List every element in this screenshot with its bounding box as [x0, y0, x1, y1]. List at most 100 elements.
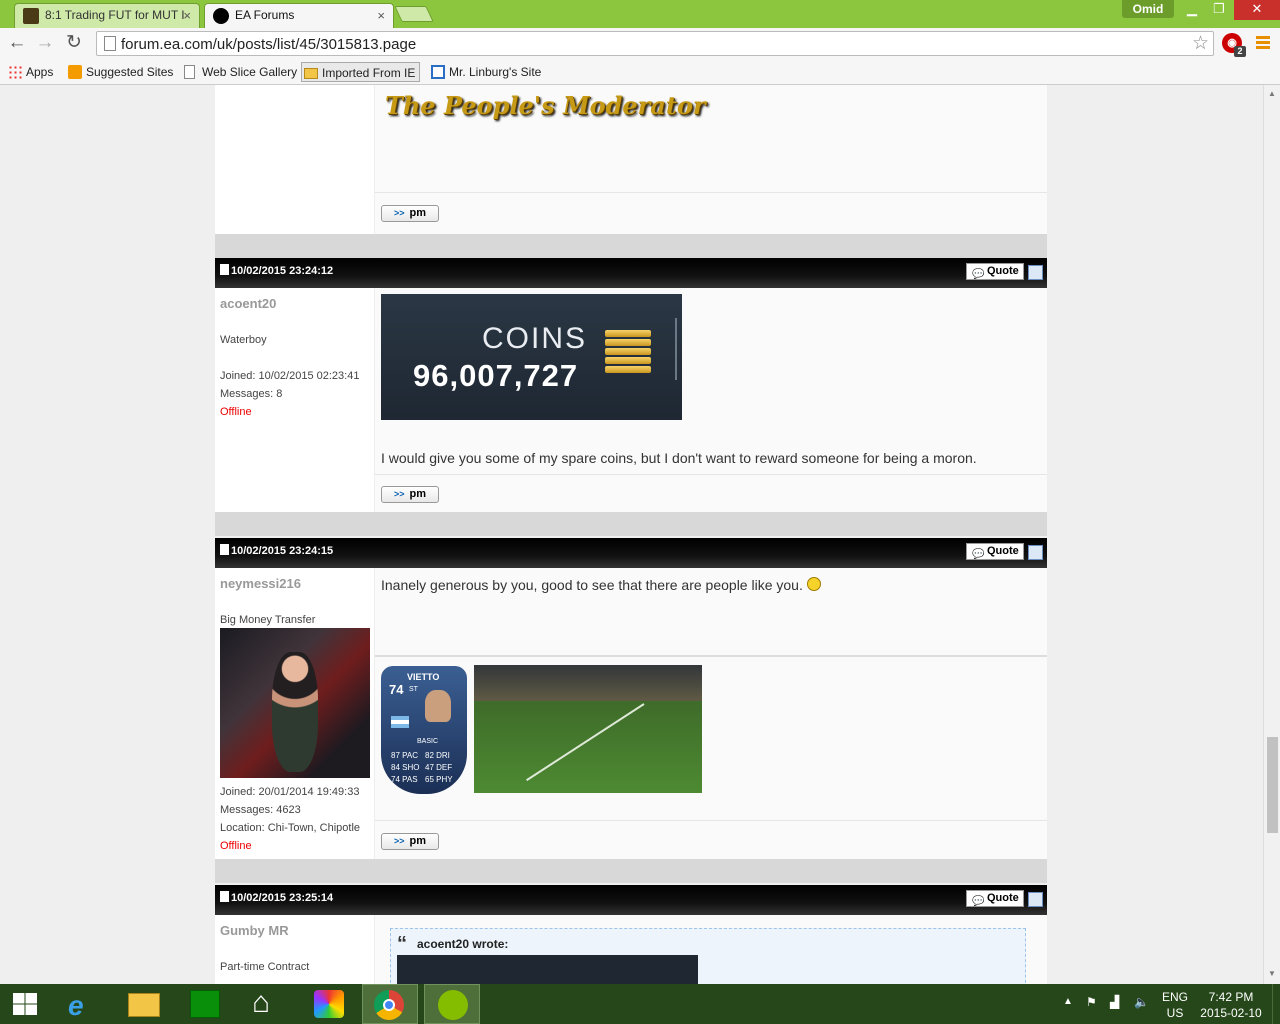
post-date: 10/02/2015 23:25:14	[231, 892, 334, 904]
profile-button[interactable]: Omid	[1122, 0, 1174, 18]
tab-label: EA Forums	[235, 8, 295, 22]
quote-button[interactable]: 💬 Quote	[966, 263, 1024, 280]
post-date: 10/02/2015 23:24:15	[231, 545, 334, 557]
pm-button[interactable]: >> pm	[381, 205, 439, 222]
bookmark-label: Imported From IE	[322, 66, 416, 80]
bookmark-label: Web Slice Gallery	[202, 65, 298, 79]
signature-separator	[375, 655, 1047, 657]
site-icon	[431, 65, 445, 79]
user-location: Location: Chi-Town, Chipotle	[220, 822, 361, 834]
status-badge: Offline	[220, 840, 252, 852]
separator	[375, 820, 1047, 821]
bookmark-star-icon[interactable]: ☆	[1192, 32, 1209, 55]
card-position: ST	[409, 686, 418, 693]
reload-icon[interactable]: ↻	[63, 32, 85, 54]
show-desktop-button[interactable]	[1272, 984, 1280, 1024]
close-window-icon[interactable]: ✕	[1234, 0, 1280, 20]
card-stat: 47 DEF	[425, 763, 453, 772]
extension-icon[interactable]: ◉ 2	[1222, 33, 1246, 57]
joined-date: Joined: 20/01/2014 19:49:33	[220, 786, 360, 798]
user-rank: Big Money Transfer	[220, 614, 316, 626]
close-tab-icon[interactable]: ×	[377, 8, 385, 23]
menu-icon[interactable]	[1256, 36, 1270, 50]
windows-logo-icon	[13, 993, 37, 1015]
maximize-icon[interactable]: ❐	[1206, 0, 1232, 20]
coin-stack-icon	[605, 330, 651, 374]
bookmark-mr-linburg[interactable]: Mr. Linburg's Site	[429, 62, 541, 82]
close-tab-icon[interactable]: ×	[183, 8, 191, 23]
minimize-icon[interactable]: ▁	[1178, 0, 1206, 20]
file-explorer-button[interactable]	[116, 984, 172, 1024]
post-gap	[215, 512, 1047, 536]
bookmark-imported-from-ie[interactable]: Imported From IE	[301, 62, 421, 82]
signature-text: The People's Moderator	[385, 91, 706, 120]
card-stat: 74 PAS	[391, 775, 418, 784]
quoted-image	[397, 955, 698, 984]
card-rating: 74	[389, 682, 404, 697]
player-face	[425, 690, 451, 722]
bookmark-label: Apps	[26, 65, 54, 79]
bookmark-suggested-sites[interactable]: Suggested Sites	[66, 62, 173, 82]
post-message: I would give you some of my spare coins,…	[381, 450, 977, 466]
page-scrollbar[interactable]: ▲ ▼	[1263, 85, 1280, 984]
chrome-button[interactable]	[362, 984, 418, 1024]
quote-button[interactable]: 💬 Quote	[966, 890, 1024, 907]
green-app-button[interactable]	[178, 984, 234, 1024]
quote-label: Quote	[987, 545, 1019, 557]
post-icon	[220, 544, 229, 555]
post-body: “ acoent20 wrote:	[375, 915, 1047, 984]
extension-badge: 2	[1234, 46, 1246, 57]
picasa-button[interactable]	[302, 984, 358, 1024]
action-center-icon[interactable]: ⚑	[1086, 995, 1097, 1009]
quote-button[interactable]: 💬 Quote	[966, 543, 1024, 560]
username[interactable]: neymessi216	[220, 576, 301, 591]
pm-button[interactable]: >> pm	[381, 486, 439, 503]
back-icon[interactable]: ←	[6, 32, 28, 54]
clock[interactable]: 7:42 PM 2015-02-10	[1196, 989, 1266, 1021]
network-icon[interactable]: ▟	[1110, 995, 1119, 1009]
top-of-page-icon[interactable]	[1028, 265, 1043, 280]
coins-image: COINS 96,007,727	[381, 294, 682, 420]
scroll-up-icon[interactable]: ▲	[1268, 89, 1276, 98]
pm-button[interactable]: >> pm	[381, 833, 439, 850]
forward-icon[interactable]: →	[34, 32, 56, 54]
post-author-panel: acoent20 Waterboy Joined: 10/02/2015 02:…	[215, 288, 375, 512]
bookmark-apps[interactable]: Apps	[6, 62, 53, 82]
scroll-down-icon[interactable]: ▼	[1268, 969, 1276, 978]
spotify-button[interactable]	[424, 984, 480, 1024]
address-bar[interactable]: forum.ea.com/uk/posts/list/45/3015813.pa…	[96, 31, 1214, 56]
clock-time: 7:42 PM	[1208, 990, 1254, 1004]
ea-favicon-icon	[213, 8, 229, 24]
home-app-button[interactable]: ⌂	[240, 984, 296, 1024]
bookmark-web-slice-gallery[interactable]: Web Slice Gallery	[182, 62, 297, 82]
tray-overflow-icon[interactable]: ▲	[1063, 996, 1073, 1007]
message-count: Messages: 8	[220, 388, 283, 400]
start-button[interactable]	[0, 984, 50, 1024]
card-name: VIETTO	[407, 672, 440, 682]
site-favicon-icon	[23, 8, 39, 24]
username[interactable]: Gumby MR	[220, 923, 289, 938]
scrollbar-thumb[interactable]	[1267, 737, 1278, 833]
post-author-panel: neymessi216 Big Money Transfer Joined: 2…	[215, 568, 375, 859]
post-body: ​ The People's Moderator >>pm	[375, 85, 1047, 234]
tab-trading[interactable]: 8:1 Trading FUT for MUT I ×	[14, 3, 200, 28]
suggested-sites-icon	[68, 65, 82, 79]
volume-icon[interactable]: 🔈	[1134, 995, 1149, 1009]
new-tab-button[interactable]	[394, 6, 434, 22]
divider	[675, 318, 677, 380]
quote-label: Quote	[987, 265, 1019, 277]
tab-ea-forums[interactable]: EA Forums ×	[204, 3, 394, 28]
internet-explorer-button[interactable]: e	[54, 984, 110, 1024]
card-stat: 65 PHY	[425, 775, 453, 784]
title-bar: 8:1 Trading FUT for MUT I × EA Forums × …	[0, 0, 1280, 28]
post-body: COINS 96,007,727 I would give you some o…	[375, 288, 1047, 512]
color-wheel-icon	[314, 990, 344, 1018]
top-of-page-icon[interactable]	[1028, 545, 1043, 560]
language-indicator[interactable]: ENG US	[1158, 989, 1192, 1021]
username[interactable]: acoent20	[220, 296, 276, 311]
top-of-page-icon[interactable]	[1028, 892, 1043, 907]
post-author-panel	[215, 85, 375, 234]
joined-date: Joined: 10/02/2015 02:23:41	[220, 370, 360, 382]
post-gap	[215, 859, 1047, 883]
app-tile-icon	[190, 990, 220, 1018]
